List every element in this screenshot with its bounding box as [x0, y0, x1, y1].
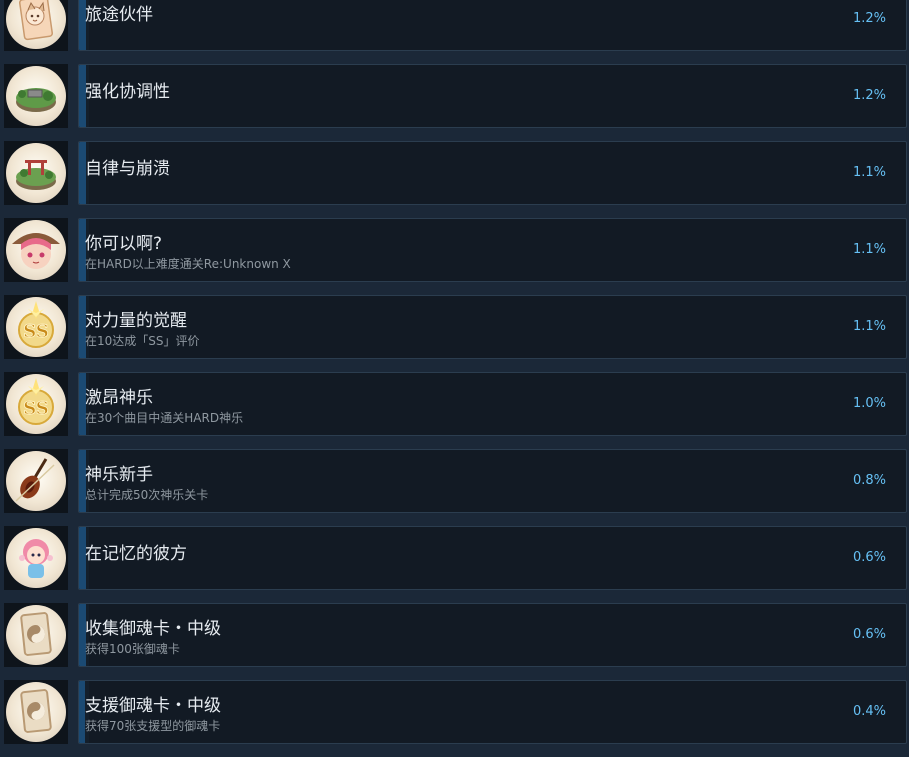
unlock-percentage: 1.2% — [852, 11, 886, 26]
achievement-card: 你可以啊? 在HARD以上难度通关Re:Unknown X 1.1% — [78, 218, 907, 282]
achievement-card: 支援御魂卡・中级获得70张支援型的御魂卡 0.4% — [78, 680, 907, 744]
achievement-title: 自律与崩溃 — [85, 159, 170, 179]
achievement-card: 激昂神乐在30个曲目中通关HARD神乐 1.0% — [78, 372, 907, 436]
achievement-title: 你可以啊? — [85, 234, 163, 254]
achievement-description: 总计完成50次神乐关卡 — [85, 488, 209, 502]
svg-text:SS: SS — [23, 398, 49, 419]
unlock-percentage: 0.4% — [852, 704, 886, 719]
achievement-icon-frame — [4, 141, 68, 205]
unlock-percentage: 0.6% — [852, 550, 886, 565]
achievement-card: 强化协调性 1.2% — [78, 64, 907, 128]
island-icon — [6, 66, 66, 126]
achievement-title: 神乐新手 — [85, 465, 153, 485]
achievement-icon-frame — [4, 64, 68, 128]
achievement-row[interactable]: 你可以啊? 在HARD以上难度通关Re:Unknown X 1.1% — [0, 218, 909, 282]
achievement-row[interactable]: 在记忆的彼方 0.6% — [0, 526, 909, 590]
achievement-card: 在记忆的彼方 0.6% — [78, 526, 907, 590]
achievement-title: 在记忆的彼方 — [85, 544, 187, 564]
unlock-percentage: 0.6% — [852, 627, 886, 642]
achievement-description: 在10达成「SS」评价 — [85, 334, 200, 348]
achievement-title: 激昂神乐 — [85, 388, 153, 408]
achievement-row[interactable]: 旅途伙伴 1.2% — [0, 0, 909, 51]
achievement-description: 在HARD以上难度通关Re:Unknown X — [85, 257, 291, 271]
achievement-card: 自律与崩溃 1.1% — [78, 141, 907, 205]
achievement-icon-frame — [4, 0, 68, 51]
achievement-card: 对力量的觉醒在10达成「SS」评价 1.1% — [78, 295, 907, 359]
achievement-row[interactable]: 自律与崩溃 1.1% — [0, 141, 909, 205]
achievement-icon-frame — [4, 449, 68, 513]
unlock-percentage: 1.0% — [852, 396, 886, 411]
chibi-character-icon — [6, 528, 66, 588]
achievement-icon-frame — [4, 680, 68, 744]
achievement-row[interactable]: 支援御魂卡・中级获得70张支援型的御魂卡 0.4% — [0, 680, 909, 744]
character-face-icon — [6, 220, 66, 280]
island-gate-icon — [6, 143, 66, 203]
ss-rank-icon: SS — [6, 374, 66, 434]
achievement-description: 获得70张支援型的御魂卡 — [85, 719, 221, 733]
achievement-title: 旅途伙伴 — [85, 5, 153, 25]
card-character-icon — [6, 0, 66, 49]
unlock-percentage: 0.8% — [852, 473, 886, 488]
achievement-row[interactable]: SS 对力量的觉醒在10达成「SS」评价 1.1% — [0, 295, 909, 359]
ss-rank-icon: SS — [6, 297, 66, 357]
achievement-title: 支援御魂卡・中级 — [85, 696, 221, 716]
achievement-description: 获得100张御魂卡 — [85, 642, 180, 656]
achievement-title: 强化协调性 — [85, 82, 170, 102]
achievement-description: 在30个曲目中通关HARD神乐 — [85, 411, 244, 425]
achievement-card: 神乐新手总计完成50次神乐关卡 0.8% — [78, 449, 907, 513]
achievement-icon-frame — [4, 603, 68, 667]
achievement-icon-frame: SS — [4, 372, 68, 436]
svg-text:SS: SS — [23, 321, 49, 342]
achievement-row[interactable]: 强化协调性 1.2% — [0, 64, 909, 128]
achievement-title: 对力量的觉醒 — [85, 311, 187, 331]
achievement-card: 旅途伙伴 1.2% — [78, 0, 907, 51]
unlock-percentage: 1.1% — [852, 165, 886, 180]
unlock-percentage: 1.1% — [852, 319, 886, 334]
achievement-title: 收集御魂卡・中级 — [85, 619, 221, 639]
achievement-card: 收集御魂卡・中级获得100张御魂卡 0.6% — [78, 603, 907, 667]
yin-yang-card-icon — [6, 682, 66, 742]
unlock-percentage: 1.1% — [852, 242, 886, 257]
achievement-row[interactable]: SS 激昂神乐在30个曲目中通关HARD神乐 1.0% — [0, 372, 909, 436]
achievement-icon-frame — [4, 218, 68, 282]
violin-icon — [6, 451, 66, 511]
achievement-list: 旅途伙伴 1.2% 强化协调性 1.2% 自律与崩溃 1.1% 你可以啊? 在HARD以上难度… — [0, 0, 909, 757]
yin-yang-card-icon — [6, 605, 66, 665]
achievement-icon-frame: SS — [4, 295, 68, 359]
achievement-row[interactable]: 收集御魂卡・中级获得100张御魂卡 0.6% — [0, 603, 909, 667]
achievement-row[interactable]: 神乐新手总计完成50次神乐关卡 0.8% — [0, 449, 909, 513]
achievement-icon-frame — [4, 526, 68, 590]
unlock-percentage: 1.2% — [852, 88, 886, 103]
